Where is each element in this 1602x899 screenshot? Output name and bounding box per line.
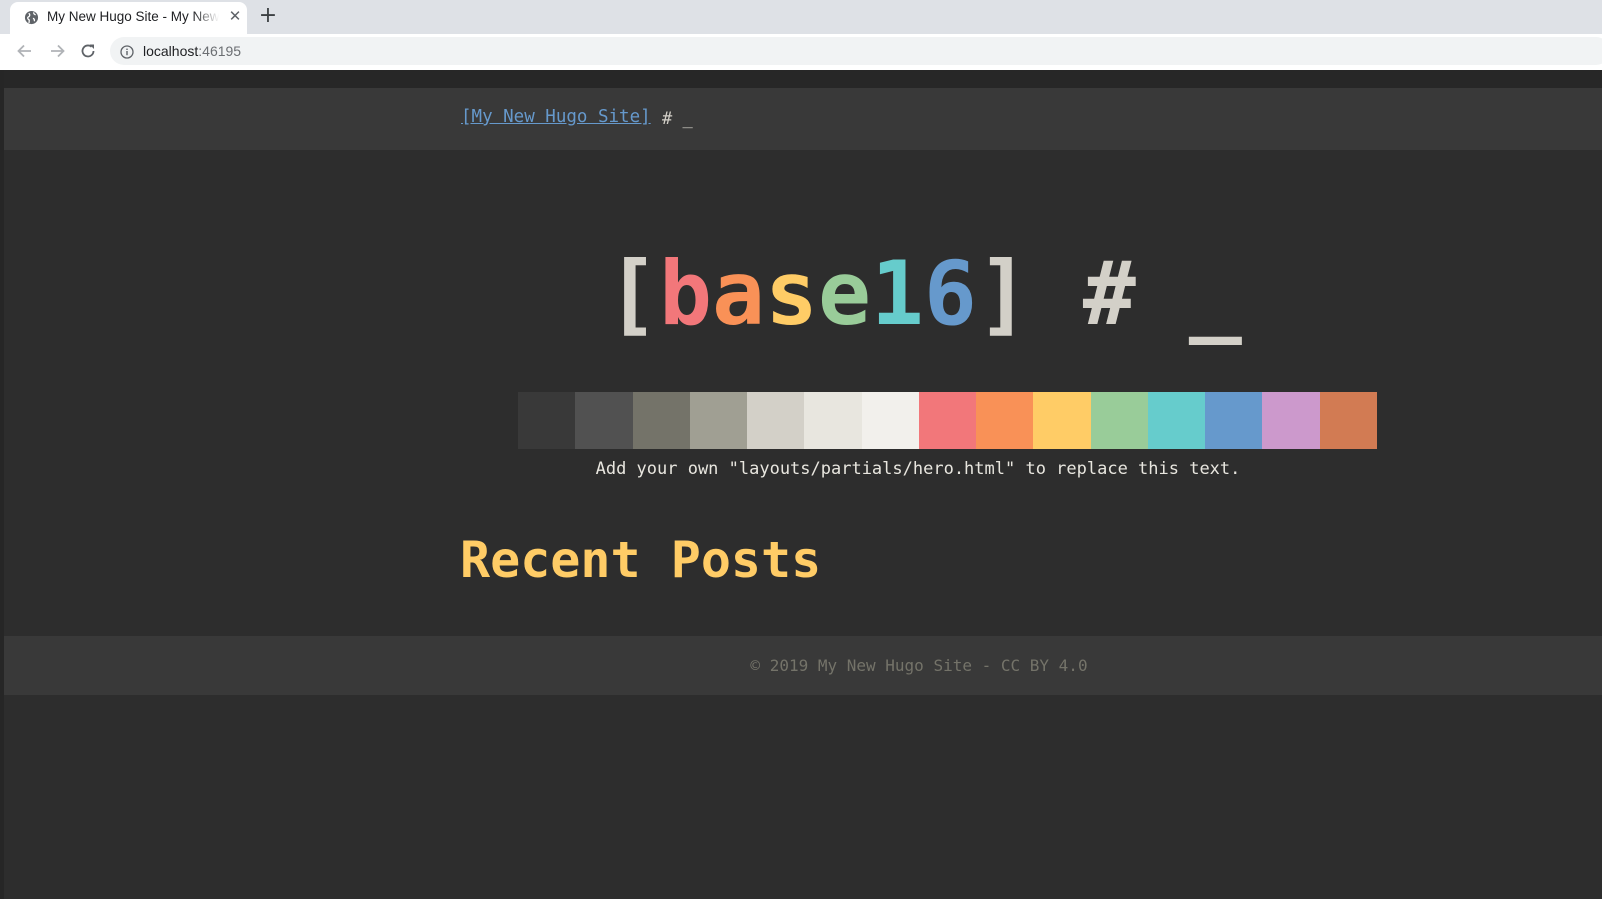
forward-arrow-icon[interactable] — [47, 41, 67, 61]
new-tab-button[interactable]: + — [256, 4, 280, 28]
browser-tab-strip: My New Hugo Site - My New Hugo Site ✕ + — [0, 0, 1602, 34]
palette-swatch — [689, 392, 748, 449]
hero-title-part: # _ — [1029, 242, 1242, 345]
palette-swatch — [804, 392, 862, 449]
hero-title-part: a — [711, 242, 765, 345]
tab-title: My New Hugo Site - My New Hugo Site — [47, 9, 219, 24]
url-host: localhost — [143, 43, 199, 59]
palette-swatch — [747, 392, 805, 449]
recent-posts-heading: Recent Posts — [460, 531, 822, 589]
globe-icon — [24, 10, 39, 25]
url-port: :46195 — [198, 43, 242, 59]
palette-swatch — [1205, 392, 1263, 449]
url-text: localhost:46195 — [143, 43, 241, 59]
palette-swatch — [632, 392, 690, 449]
hero-title-part: b — [658, 242, 712, 345]
palette-swatch — [1319, 392, 1377, 449]
hero-title-part: s — [764, 242, 818, 345]
palette-swatch — [1033, 392, 1091, 449]
palette-swatch — [1262, 392, 1320, 449]
palette-swatch — [976, 392, 1034, 449]
palette-swatch — [575, 392, 633, 449]
back-arrow-icon[interactable] — [15, 41, 35, 61]
address-bar[interactable]: localhost:46195 — [110, 37, 1602, 65]
browser-tab[interactable]: My New Hugo Site - My New Hugo Site ✕ — [10, 2, 247, 34]
hero-title-part: e — [817, 242, 871, 345]
reload-icon[interactable] — [78, 41, 98, 61]
palette-swatch — [861, 392, 919, 449]
hero-note: Add your own "layouts/partials/hero.html… — [595, 459, 1241, 479]
hero-title-part: 6 — [923, 242, 977, 345]
info-icon[interactable] — [120, 44, 134, 59]
palette-swatch — [1090, 392, 1148, 449]
browser-toolbar: localhost:46195 — [0, 34, 1602, 67]
palette-swatch — [518, 392, 576, 449]
site-header: [My New Hugo Site] # _ — [4, 88, 1602, 150]
hero-title-part: ] — [976, 242, 1030, 345]
color-palette — [518, 392, 1377, 449]
hero-title-part: 1 — [870, 242, 924, 345]
hero-title: [base16] # _ — [606, 234, 1242, 354]
site-title-link[interactable]: [My New Hugo Site] — [461, 107, 651, 127]
close-icon[interactable]: ✕ — [226, 7, 244, 25]
page: [My New Hugo Site] # _ [base16] # _ Add … — [4, 88, 1602, 899]
top-band — [0, 70, 1602, 88]
hero-title-part: [ — [606, 242, 659, 345]
header-prompt: # _ — [662, 109, 693, 129]
palette-swatch — [918, 392, 977, 449]
palette-swatch — [1147, 392, 1206, 449]
footer-text: © 2019 My New Hugo Site - CC BY 4.0 — [750, 656, 1088, 675]
site-footer: © 2019 My New Hugo Site - CC BY 4.0 — [4, 636, 1602, 695]
